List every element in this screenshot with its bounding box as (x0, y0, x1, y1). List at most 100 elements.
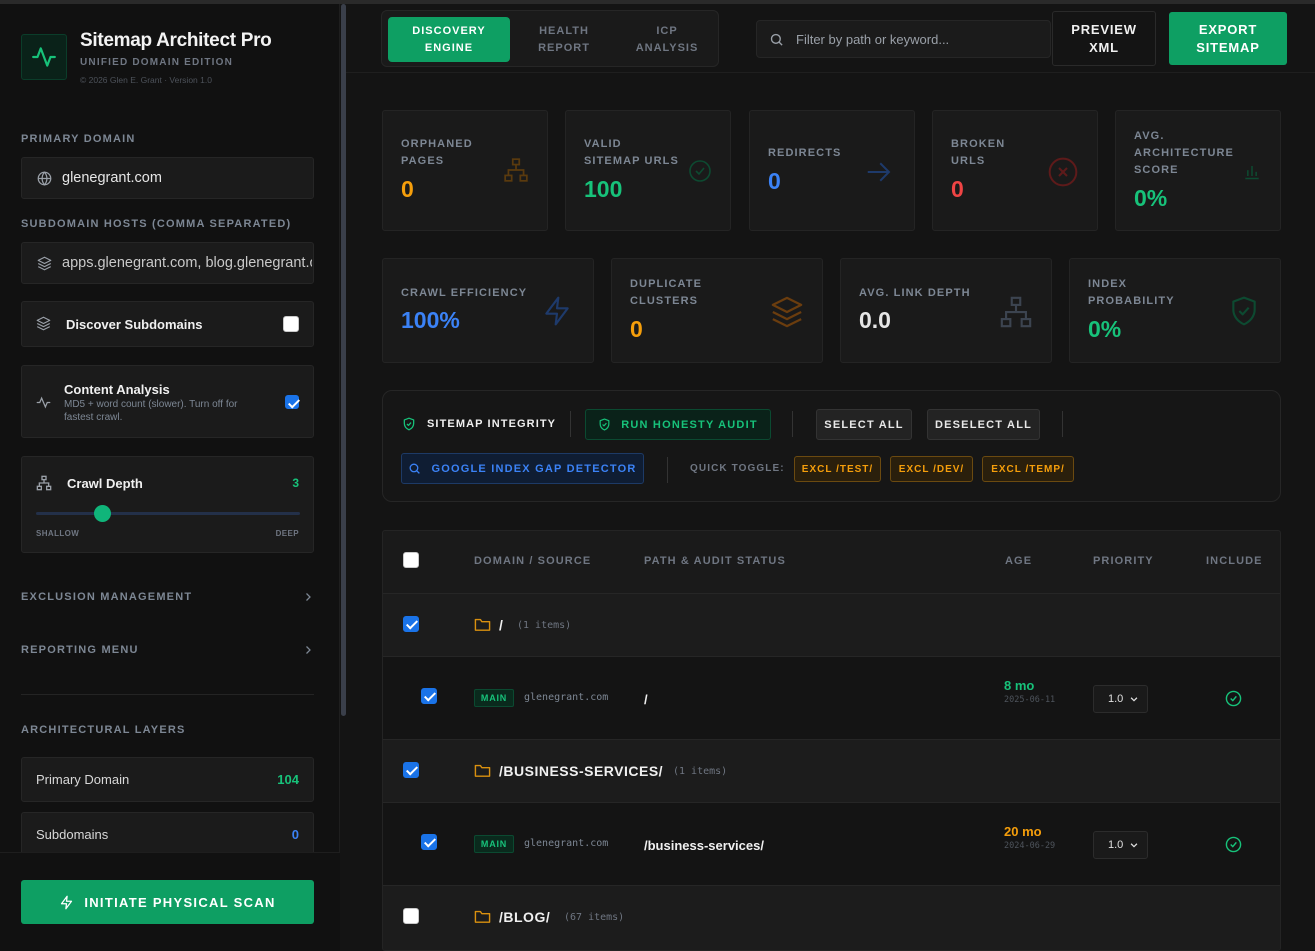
source-badge: MAIN (474, 835, 514, 853)
select-all-checkbox[interactable] (403, 552, 419, 568)
app-title: Sitemap Architect Pro (80, 30, 272, 51)
app-copyright: © 2026 Glen E. Grant · Version 1.0 (80, 75, 212, 85)
stat-label: ORPHANED PAGES (401, 136, 473, 170)
shield-check-icon (402, 417, 416, 431)
folder-name: /BLOG/ (499, 909, 551, 925)
subdomain-hosts-field[interactable]: apps.glenegrant.com, blog.glenegrant.com (21, 242, 314, 284)
col-header-path: PATH & AUDIT STATUS (644, 555, 786, 567)
stat-label-line: AVG. (1134, 130, 1165, 142)
folder-name: /BUSINESS-SERVICES/ (499, 763, 664, 779)
row-checkbox[interactable] (421, 834, 437, 850)
initiate-scan-button[interactable]: INITIATE PHYSICAL SCAN (21, 880, 314, 924)
layer-label: Primary Domain (36, 772, 130, 787)
stat-label-line: SITEMAP URLS (584, 155, 679, 167)
discover-subdomains-checkbox[interactable] (283, 316, 299, 332)
divider (667, 457, 668, 483)
priority-select[interactable]: 1.0 (1093, 685, 1148, 713)
layer-label: Subdomains (36, 827, 109, 842)
folder-count: (1 items) (517, 620, 572, 631)
primary-domain-value: glenegrant.com (62, 170, 162, 186)
stat-label-line: AVG. LINK DEPTH (859, 287, 971, 299)
col-header-age: AGE (1005, 555, 1033, 567)
stat-label: AVG. ARCHITECTURE SCORE (1134, 128, 1234, 179)
content-analysis-checkbox[interactable] (285, 395, 299, 409)
priority-value: 1.0 (1108, 693, 1124, 705)
deselect-all-button[interactable]: DESELECT ALL (927, 409, 1040, 440)
group-checkbox[interactable] (403, 908, 419, 924)
priority-select[interactable]: 1.0 (1093, 831, 1148, 859)
export-sitemap-button[interactable]: EXPORT SITEMAP (1169, 12, 1287, 65)
stat-label: INDEX PROBABILITY (1088, 276, 1175, 310)
stat-label-line: PAGES (401, 155, 445, 167)
tab-discovery-engine[interactable]: DISCOVERY ENGINE (388, 17, 510, 62)
table-group-row[interactable]: / (1 items) (383, 593, 1280, 656)
stat-label-line: URLS (951, 155, 986, 167)
table-group-row[interactable]: /BUSINESS-SERVICES/ (1 items) (383, 739, 1280, 802)
header-divider (346, 72, 1315, 73)
tab-icp-analysis[interactable]: ICP ANALYSIS (616, 17, 718, 62)
include-check-icon[interactable] (1225, 690, 1242, 707)
stat-label-line: REDIRECTS (768, 147, 842, 159)
arrow-right-icon (864, 157, 894, 187)
quick-toggle-text: EXCL /TEMP/ (991, 463, 1065, 475)
quick-toggle-excl-test[interactable]: EXCL /TEST/ (794, 456, 881, 482)
discover-subdomains-label: Discover Subdomains (66, 316, 203, 332)
tab-line: ICP (656, 24, 678, 37)
discover-subdomains-card[interactable]: Discover Subdomains (21, 301, 314, 347)
shield-check-icon (1228, 295, 1260, 327)
group-checkbox[interactable] (403, 762, 419, 778)
button-line: EXPORT (1198, 21, 1258, 37)
google-index-gap-detector-button[interactable]: GOOGLE INDEX GAP DETECTOR (401, 453, 644, 484)
folder-count: (67 items) (564, 912, 625, 923)
chevron-right-icon (302, 591, 314, 603)
search-box (756, 20, 1051, 58)
quick-toggle-excl-temp[interactable]: EXCL /TEMP/ (982, 456, 1074, 482)
chevron-down-icon (1129, 840, 1139, 850)
crawl-depth-card: Crawl Depth 3 SHALLOW DEEP (21, 456, 314, 553)
chevron-down-icon (1129, 694, 1139, 704)
crawl-depth-label: Crawl Depth (67, 476, 143, 491)
tab-line: HEALTH (539, 24, 589, 37)
globe-icon (36, 170, 52, 186)
quick-toggle-label: QUICK TOGGLE: (690, 463, 785, 474)
table-row[interactable]: MAIN glenegrant.com / 8 mo 2025-06-11 1.… (383, 656, 1280, 740)
divider (792, 411, 793, 437)
chevron-right-icon (302, 644, 314, 656)
row-checkbox[interactable] (421, 688, 437, 704)
tab-line: DISCOVERY (412, 24, 486, 37)
preview-xml-button[interactable]: PREVIEW XML (1052, 11, 1156, 66)
sitemap-icon (999, 295, 1033, 329)
search-icon (408, 462, 421, 475)
stat-label-line: VALID (584, 138, 622, 150)
tab-line: ANALYSIS (635, 41, 699, 54)
crawl-depth-slider[interactable] (36, 505, 300, 522)
divider (570, 411, 571, 437)
group-checkbox[interactable] (403, 616, 419, 632)
stat-label-line: DUPLICATE (630, 278, 703, 290)
row-domain: glenegrant.com (524, 838, 609, 849)
stat-crawl-efficiency: CRAWL EFFICIENCY 100% (382, 258, 594, 363)
layer-subdomains[interactable]: Subdomains 0 (21, 812, 314, 857)
table-group-row[interactable]: /BLOG/ (67 items) (383, 885, 1280, 950)
select-all-button[interactable]: SELECT ALL (816, 409, 912, 440)
run-honesty-audit-button[interactable]: RUN HONESTY AUDIT (585, 409, 771, 440)
folder-name: / (499, 617, 504, 633)
layers-icon (36, 255, 52, 271)
crawl-depth-min-label: SHALLOW (36, 529, 80, 538)
table-row[interactable]: MAIN glenegrant.com /business-services/ … (383, 802, 1280, 886)
tab-health-report[interactable]: HEALTH REPORT (512, 17, 616, 62)
exclusion-management-menu[interactable]: EXCLUSION MANAGEMENT (21, 591, 314, 603)
quick-toggle-excl-dev[interactable]: EXCL /DEV/ (890, 456, 973, 482)
primary-domain-field[interactable]: glenegrant.com (21, 157, 314, 199)
quick-toggle-text: EXCL /DEV/ (898, 463, 965, 475)
reporting-menu[interactable]: REPORTING MENU (21, 644, 314, 656)
layer-primary-domain[interactable]: Primary Domain 104 (21, 757, 314, 802)
sitemap-integrity-panel: SITEMAP INTEGRITY RUN HONESTY AUDIT SELE… (382, 390, 1281, 502)
sidebar-divider (21, 694, 314, 695)
crawl-depth-slider-thumb[interactable] (93, 505, 111, 522)
select-all-label: SELECT ALL (824, 418, 904, 431)
content-analysis-card[interactable]: Content Analysis MD5 + word count (slowe… (21, 365, 314, 438)
priority-value: 1.0 (1108, 839, 1124, 851)
search-input[interactable] (796, 31, 1036, 47)
include-check-icon[interactable] (1225, 836, 1242, 853)
